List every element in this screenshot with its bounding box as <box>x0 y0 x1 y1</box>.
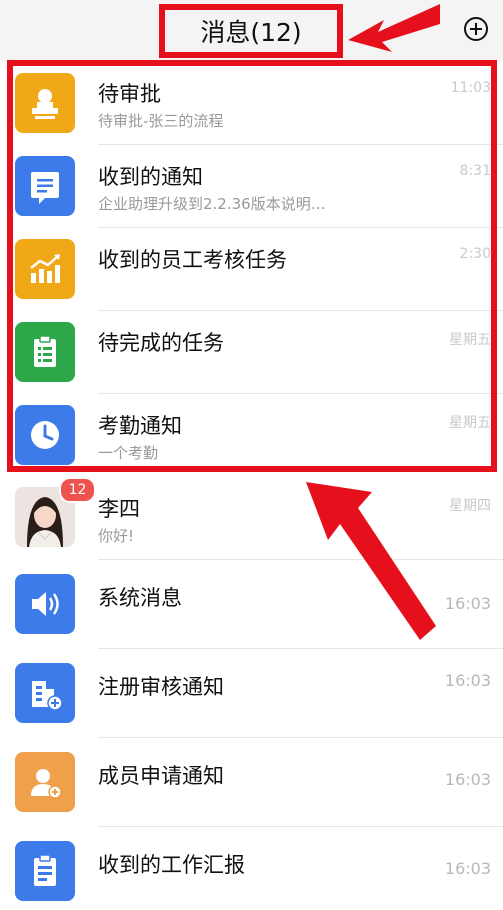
clock-icon <box>15 405 75 465</box>
list-item-member-request[interactable]: 成员申请通知 16:03 <box>0 738 503 827</box>
item-title: 成员申请通知 <box>98 764 224 788</box>
chart-icon <box>15 239 75 299</box>
item-title: 收到的工作汇报 <box>98 853 245 877</box>
unread-badge: 12 <box>59 477 96 503</box>
item-time: 星期五 <box>449 415 491 431</box>
item-title: 考勤通知 <box>98 414 182 438</box>
item-title: 待完成的任务 <box>98 331 224 355</box>
list-item-registration[interactable]: 注册审核通知 16:03 <box>0 649 503 738</box>
notice-icon <box>15 156 75 216</box>
item-subtitle: 一个考勤 <box>98 444 159 462</box>
report-icon <box>15 841 75 901</box>
list-item-pending-tasks[interactable]: 待完成的任务 星期五 <box>0 311 503 394</box>
item-subtitle: 企业助理升级到2.2.36版本说明… <box>98 195 326 213</box>
message-list: 待审批 待审批-张三的流程 11:03 收到的通知 企业助理升级到2.2.36版… <box>0 62 503 910</box>
building-add-icon <box>15 663 75 723</box>
item-time: 16:03 <box>444 594 491 613</box>
item-title: 李四 <box>98 497 140 521</box>
list-item-approval[interactable]: 待审批 待审批-张三的流程 11:03 <box>0 62 503 145</box>
stamp-icon <box>15 73 75 133</box>
checklist-icon <box>15 322 75 382</box>
item-time: 2:30 <box>459 246 491 262</box>
list-item-notice[interactable]: 收到的通知 企业助理升级到2.2.36版本说明… 8:31 <box>0 145 503 228</box>
item-subtitle: 你好! <box>98 527 135 545</box>
item-subtitle: 待审批-张三的流程 <box>98 112 224 130</box>
title-highlight-box: 消息(12) <box>159 4 343 58</box>
item-title: 注册审核通知 <box>98 675 224 699</box>
item-time: 16:03 <box>444 859 491 878</box>
list-item-work-report[interactable]: 收到的工作汇报 16:03 <box>0 827 503 910</box>
list-item-system[interactable]: 系统消息 16:03 <box>0 560 503 649</box>
user-add-icon <box>15 752 75 812</box>
item-time: 星期四 <box>449 498 491 514</box>
item-title: 收到的员工考核任务 <box>98 248 287 272</box>
item-time: 16:03 <box>444 671 491 690</box>
item-time: 8:31 <box>459 163 491 179</box>
item-title: 待审批 <box>98 82 161 106</box>
item-title: 收到的通知 <box>98 165 203 189</box>
list-item-contact-lisi[interactable]: 12 李四 你好! 星期四 <box>0 477 503 560</box>
list-item-assessment[interactable]: 收到的员工考核任务 2:30 <box>0 228 503 311</box>
item-title: 系统消息 <box>98 586 182 610</box>
item-time: 星期五 <box>449 332 491 348</box>
page-title: 消息(12) <box>200 18 302 47</box>
speaker-icon <box>15 574 75 634</box>
item-time: 16:03 <box>444 770 491 789</box>
plus-circle-icon[interactable] <box>464 17 488 41</box>
top-bar: 消息(12) <box>0 0 503 62</box>
list-item-attendance[interactable]: 考勤通知 一个考勤 星期五 <box>0 394 503 477</box>
item-time: 11:03 <box>450 80 491 96</box>
